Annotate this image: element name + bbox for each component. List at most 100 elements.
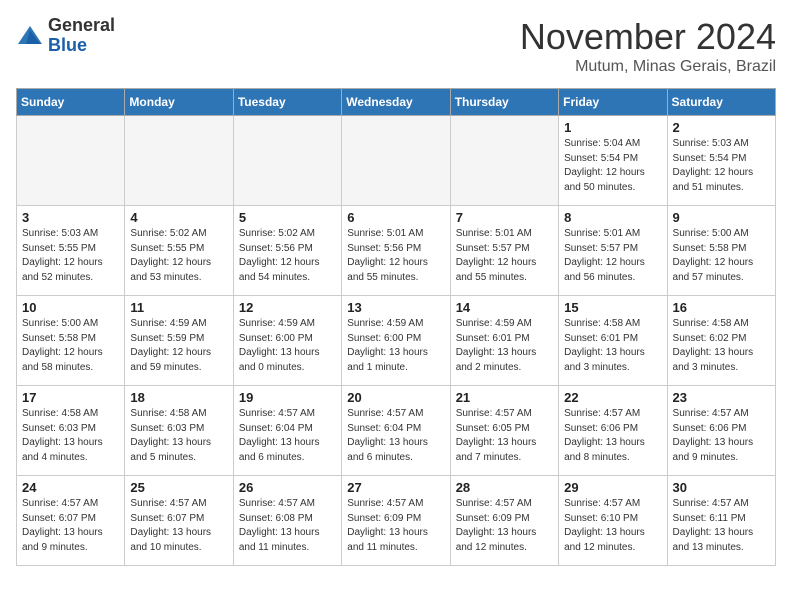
logo-general: General (48, 15, 115, 35)
day-info: Sunrise: 4:57 AM Sunset: 6:06 PM Dayligh… (673, 407, 770, 465)
day-info: Sunrise: 4:57 AM Sunset: 6:06 PM Dayligh… (564, 407, 661, 465)
calendar-day: 4 Sunrise: 5:02 AM Sunset: 5:55 PM Daylig… (125, 206, 233, 296)
calendar-day: 19 Sunrise: 4:57 AM Sunset: 6:04 PM Dayli… (233, 386, 341, 476)
calendar-week-4: 17 Sunrise: 4:58 AM Sunset: 6:03 PM Dayli… (17, 386, 776, 476)
day-info: Sunrise: 5:01 AM Sunset: 5:57 PM Dayligh… (564, 227, 661, 285)
calendar-day: 14Sunrise: 4:59 AM Sunset: 6:01 PM Dayli… (450, 296, 558, 386)
day-number: 29 (564, 480, 661, 495)
day-number: 20 (347, 390, 444, 405)
calendar-day: 13 Sunrise: 4:59 AM Sunset: 6:00 PM Dayli… (342, 296, 450, 386)
calendar-week-1: 1Sunrise: 5:04 AM Sunset: 5:54 PM Daylig… (17, 116, 776, 206)
calendar-day: 20Sunrise: 4:57 AM Sunset: 6:04 PM Dayli… (342, 386, 450, 476)
day-number: 21 (456, 390, 553, 405)
day-info: Sunrise: 5:03 AM Sunset: 5:54 PM Dayligh… (673, 137, 770, 195)
day-number: 6 (347, 210, 444, 225)
calendar-day: 10 Sunrise: 5:00 AM Sunset: 5:58 PM Dayli… (17, 296, 125, 386)
logo: General Blue (16, 16, 115, 56)
calendar-day: 18 Sunrise: 4:58 AM Sunset: 6:03 PM Dayli… (125, 386, 233, 476)
calendar-day (450, 116, 558, 206)
location: Mutum, Minas Gerais, Brazil (520, 58, 776, 76)
day-number: 25 (130, 480, 227, 495)
day-info: Sunrise: 4:58 AM Sunset: 6:03 PM Dayligh… (130, 407, 227, 465)
calendar-week-3: 10 Sunrise: 5:00 AM Sunset: 5:58 PM Dayli… (17, 296, 776, 386)
day-info: Sunrise: 5:00 AM Sunset: 5:58 PM Dayligh… (22, 317, 119, 375)
day-info: Sunrise: 4:59 AM Sunset: 5:59 PM Dayligh… (130, 317, 227, 375)
calendar-day: 24Sunrise: 4:57 AM Sunset: 6:07 PM Dayli… (17, 476, 125, 566)
day-info: Sunrise: 5:04 AM Sunset: 5:54 PM Dayligh… (564, 137, 661, 195)
day-number: 16 (673, 300, 770, 315)
day-number: 13 (347, 300, 444, 315)
day-info: Sunrise: 4:59 AM Sunset: 6:00 PM Dayligh… (347, 317, 444, 375)
calendar-day: 8 Sunrise: 5:01 AM Sunset: 5:57 PM Daylig… (559, 206, 667, 296)
calendar-day: 12 Sunrise: 4:59 AM Sunset: 6:00 PM Dayli… (233, 296, 341, 386)
calendar-day (233, 116, 341, 206)
day-info: Sunrise: 4:57 AM Sunset: 6:07 PM Dayligh… (130, 497, 227, 555)
day-number: 2 (673, 120, 770, 135)
day-info: Sunrise: 4:58 AM Sunset: 6:03 PM Dayligh… (22, 407, 119, 465)
day-number: 23 (673, 390, 770, 405)
title-block: November 2024 Mutum, Minas Gerais, Brazi… (520, 16, 776, 76)
calendar-day: 16 Sunrise: 4:58 AM Sunset: 6:02 PM Dayli… (667, 296, 775, 386)
day-info: Sunrise: 5:01 AM Sunset: 5:56 PM Dayligh… (347, 227, 444, 285)
calendar-day: 11 Sunrise: 4:59 AM Sunset: 5:59 PM Dayli… (125, 296, 233, 386)
day-number: 26 (239, 480, 336, 495)
calendar-week-5: 24Sunrise: 4:57 AM Sunset: 6:07 PM Dayli… (17, 476, 776, 566)
day-info: Sunrise: 5:01 AM Sunset: 5:57 PM Dayligh… (456, 227, 553, 285)
page-header: General Blue November 2024 Mutum, Minas … (16, 16, 776, 76)
weekday-header-tuesday: Tuesday (233, 89, 341, 116)
day-number: 28 (456, 480, 553, 495)
day-number: 30 (673, 480, 770, 495)
day-info: Sunrise: 4:59 AM Sunset: 6:01 PM Dayligh… (456, 317, 553, 375)
calendar-table: SundayMondayTuesdayWednesdayThursdayFrid… (16, 88, 776, 566)
day-number: 17 (22, 390, 119, 405)
calendar-day: 29 Sunrise: 4:57 AM Sunset: 6:10 PM Dayli… (559, 476, 667, 566)
calendar-day: 6 Sunrise: 5:01 AM Sunset: 5:56 PM Daylig… (342, 206, 450, 296)
day-info: Sunrise: 5:02 AM Sunset: 5:55 PM Dayligh… (130, 227, 227, 285)
day-info: Sunrise: 4:57 AM Sunset: 6:10 PM Dayligh… (564, 497, 661, 555)
day-info: Sunrise: 4:57 AM Sunset: 6:11 PM Dayligh… (673, 497, 770, 555)
calendar-week-2: 3Sunrise: 5:03 AM Sunset: 5:55 PM Daylig… (17, 206, 776, 296)
day-number: 10 (22, 300, 119, 315)
calendar-day: 5 Sunrise: 5:02 AM Sunset: 5:56 PM Daylig… (233, 206, 341, 296)
day-number: 8 (564, 210, 661, 225)
day-info: Sunrise: 4:58 AM Sunset: 6:01 PM Dayligh… (564, 317, 661, 375)
calendar-day: 30 Sunrise: 4:57 AM Sunset: 6:11 PM Dayli… (667, 476, 775, 566)
calendar-day: 22Sunrise: 4:57 AM Sunset: 6:06 PM Dayli… (559, 386, 667, 476)
weekday-header-row: SundayMondayTuesdayWednesdayThursdayFrid… (17, 89, 776, 116)
calendar-day: 26 Sunrise: 4:57 AM Sunset: 6:08 PM Dayli… (233, 476, 341, 566)
day-number: 12 (239, 300, 336, 315)
calendar-day: 17 Sunrise: 4:58 AM Sunset: 6:03 PM Dayli… (17, 386, 125, 476)
calendar-day: 28 Sunrise: 4:57 AM Sunset: 6:09 PM Dayli… (450, 476, 558, 566)
day-info: Sunrise: 4:59 AM Sunset: 6:00 PM Dayligh… (239, 317, 336, 375)
calendar-day: 7 Sunrise: 5:01 AM Sunset: 5:57 PM Daylig… (450, 206, 558, 296)
calendar-day: 9Sunrise: 5:00 AM Sunset: 5:58 PM Daylig… (667, 206, 775, 296)
day-number: 18 (130, 390, 227, 405)
day-info: Sunrise: 4:57 AM Sunset: 6:08 PM Dayligh… (239, 497, 336, 555)
logo-icon (16, 22, 44, 50)
calendar-day (342, 116, 450, 206)
day-info: Sunrise: 4:57 AM Sunset: 6:09 PM Dayligh… (456, 497, 553, 555)
day-number: 4 (130, 210, 227, 225)
calendar-day: 2 Sunrise: 5:03 AM Sunset: 5:54 PM Daylig… (667, 116, 775, 206)
day-number: 15 (564, 300, 661, 315)
day-info: Sunrise: 5:02 AM Sunset: 5:56 PM Dayligh… (239, 227, 336, 285)
day-info: Sunrise: 4:57 AM Sunset: 6:09 PM Dayligh… (347, 497, 444, 555)
calendar-day: 3Sunrise: 5:03 AM Sunset: 5:55 PM Daylig… (17, 206, 125, 296)
day-number: 5 (239, 210, 336, 225)
calendar-day (17, 116, 125, 206)
calendar-day (125, 116, 233, 206)
day-info: Sunrise: 5:00 AM Sunset: 5:58 PM Dayligh… (673, 227, 770, 285)
day-info: Sunrise: 4:57 AM Sunset: 6:04 PM Dayligh… (239, 407, 336, 465)
weekday-header-friday: Friday (559, 89, 667, 116)
calendar-day: 21Sunrise: 4:57 AM Sunset: 6:05 PM Dayli… (450, 386, 558, 476)
day-number: 19 (239, 390, 336, 405)
day-number: 11 (130, 300, 227, 315)
day-info: Sunrise: 4:58 AM Sunset: 6:02 PM Dayligh… (673, 317, 770, 375)
day-number: 3 (22, 210, 119, 225)
logo-text: General Blue (48, 16, 115, 56)
weekday-header-sunday: Sunday (17, 89, 125, 116)
weekday-header-wednesday: Wednesday (342, 89, 450, 116)
month-title: November 2024 (520, 16, 776, 58)
calendar-day: 25 Sunrise: 4:57 AM Sunset: 6:07 PM Dayli… (125, 476, 233, 566)
day-number: 7 (456, 210, 553, 225)
